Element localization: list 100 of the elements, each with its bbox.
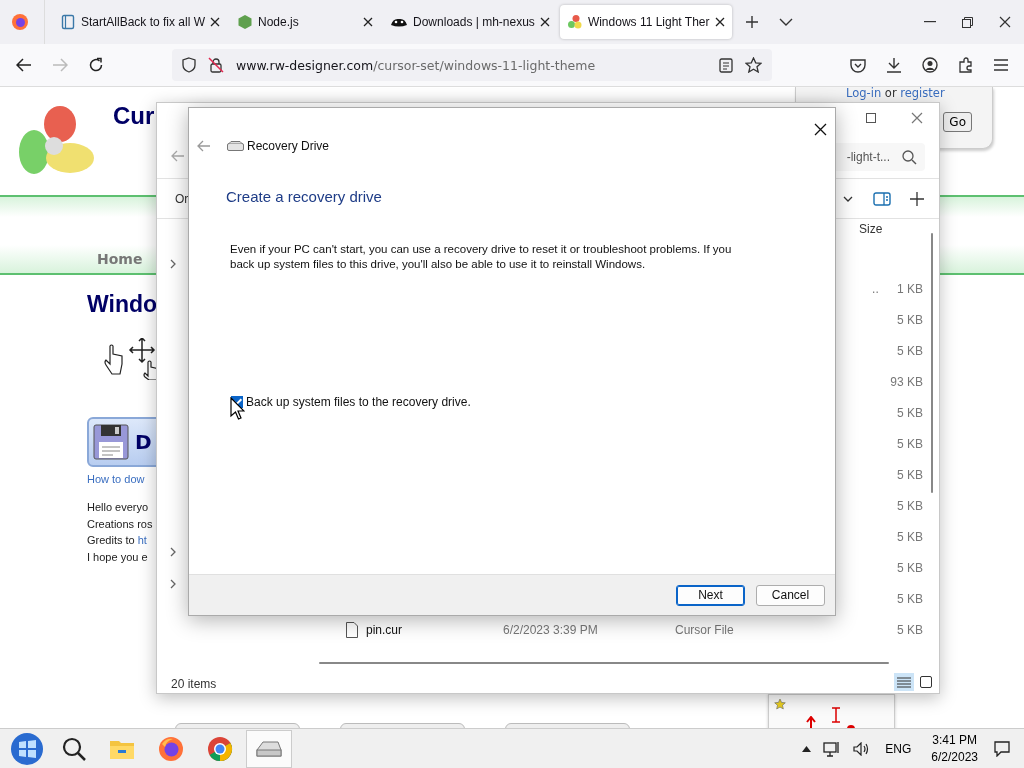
url-text: www.rw-designer.com/cursor-set/windows-11-light-theme xyxy=(236,57,596,73)
details-view-icon[interactable] xyxy=(894,673,914,691)
up-arrow-icon xyxy=(806,716,816,728)
toolbar-label[interactable]: Or xyxy=(175,192,189,206)
paragraph-line: Creations ros xyxy=(87,516,153,532)
restore-icon[interactable] xyxy=(962,16,973,28)
puzzle-icon[interactable] xyxy=(958,57,974,73)
search-icon[interactable] xyxy=(902,149,917,165)
file-icon xyxy=(346,621,358,638)
tiles-view-icon[interactable] xyxy=(920,676,932,688)
star-icon[interactable] xyxy=(745,57,762,73)
site-title: Cur xyxy=(113,102,155,131)
size-cell: 5 KB xyxy=(897,405,923,420)
status-text: 20 items xyxy=(171,677,217,691)
book-icon xyxy=(60,14,76,30)
minimize-icon[interactable] xyxy=(924,21,936,23)
reader-view-icon[interactable] xyxy=(719,57,733,73)
register-link[interactable]: register xyxy=(900,87,945,100)
size-cell: 5 KB xyxy=(897,312,923,327)
pocket-icon[interactable] xyxy=(850,57,866,73)
download-icon[interactable] xyxy=(886,57,902,73)
close-icon[interactable] xyxy=(714,17,725,27)
text-cursor-icon xyxy=(832,707,840,723)
shield-icon[interactable] xyxy=(182,57,196,73)
size-cell: 5 KB xyxy=(897,343,923,358)
dialog-title: Recovery Drive xyxy=(247,139,330,153)
paragraph-line: Hello everyo xyxy=(87,500,149,515)
address-bar[interactable]: www.rw-designer.com/cursor-set/windows-11-light-theme xyxy=(172,49,772,81)
search-icon[interactable] xyxy=(62,737,86,761)
checkbox-label[interactable]: Back up system files to the recovery drive. xyxy=(246,395,471,409)
chrome-icon xyxy=(207,736,233,762)
size-cell: 5 KB xyxy=(897,498,923,513)
size-cell: 5 KB xyxy=(897,436,923,451)
dialog-heading: Create a recovery drive xyxy=(226,188,383,205)
or-text: or xyxy=(884,87,897,100)
menu-icon[interactable] xyxy=(994,59,1008,71)
date-cell: 6/2/2023 3:39 PM xyxy=(503,622,598,637)
chevron-up-icon[interactable] xyxy=(802,746,812,752)
home-link[interactable]: Home xyxy=(97,251,143,267)
size-cell: 5 KB xyxy=(897,467,923,482)
chevron-down-icon[interactable] xyxy=(843,196,853,202)
pointer-icon xyxy=(230,397,245,420)
lock-slash-icon[interactable] xyxy=(208,57,224,73)
hexagon-icon xyxy=(237,14,254,30)
hat-icon xyxy=(390,16,409,28)
browser-tab[interactable]: Windows 11 Light Ther xyxy=(559,5,732,39)
chevron-right-icon[interactable] xyxy=(170,579,176,589)
start-icon[interactable] xyxy=(10,732,44,766)
dialog-button[interactable]: Next xyxy=(676,584,745,606)
size-cell: 5 KB xyxy=(897,591,923,606)
paragraph-line: Gredits to ht xyxy=(87,533,147,548)
type-cell: Cursor File xyxy=(675,622,734,637)
close-icon[interactable] xyxy=(539,17,550,27)
firefox-icon[interactable] xyxy=(11,13,29,31)
plus-icon[interactable] xyxy=(910,192,924,206)
firefox-icon xyxy=(158,736,184,762)
size-cell: 5 KB xyxy=(897,529,923,544)
close-icon[interactable] xyxy=(363,17,374,27)
network-icon[interactable] xyxy=(823,740,842,758)
browser-tab[interactable]: Node.js xyxy=(230,5,381,39)
truncated-text: .. xyxy=(872,281,879,296)
notification-icon[interactable] xyxy=(994,741,1010,757)
size-cell: 93 KB xyxy=(890,374,923,389)
volume-icon[interactable] xyxy=(853,742,870,756)
language-indicator[interactable]: ENG xyxy=(885,742,912,756)
plus-icon[interactable] xyxy=(744,15,759,29)
star-icon xyxy=(774,698,786,710)
taskbar-app[interactable] xyxy=(246,730,292,768)
folder-icon xyxy=(109,738,135,760)
browser-tab[interactable]: Downloads | mh-nexus xyxy=(383,5,557,39)
chevron-right-icon[interactable] xyxy=(170,547,176,557)
size-cell: 1 KB xyxy=(896,281,923,296)
account-icon[interactable] xyxy=(922,57,938,73)
credits-link[interactable]: ht xyxy=(137,534,147,546)
maximize-icon[interactable] xyxy=(866,113,876,123)
drive-icon xyxy=(256,740,282,758)
back-arrow-icon[interactable] xyxy=(16,58,32,72)
page-heading: Windo xyxy=(87,291,158,318)
chevron-right-icon[interactable] xyxy=(170,259,176,269)
file-name[interactable]: pin.cur xyxy=(366,622,403,637)
close-icon[interactable] xyxy=(814,123,827,136)
login-link[interactable]: Log-in xyxy=(846,87,882,100)
close-icon[interactable] xyxy=(999,16,1011,28)
go-button[interactable]: Go xyxy=(943,112,972,132)
details-pane-icon[interactable] xyxy=(873,192,891,206)
size-cell: 5 KB xyxy=(897,622,923,637)
dialog-button[interactable]: Cancel xyxy=(756,584,825,606)
clock[interactable]: 3:41 PM 6/2/2023 xyxy=(931,732,978,766)
column-header[interactable]: Size xyxy=(859,222,883,236)
dialog-text: Even if your PC can't start, you can use a recovery drive to reset it or troubleshoot problems. If you back up system files to this drive, you'll also be able to use it to reinstall Windows. xyxy=(230,242,733,272)
paragraph-line: I hope you e xyxy=(87,549,148,565)
reload-icon[interactable] xyxy=(88,57,104,73)
chevron-down-icon[interactable] xyxy=(778,18,793,26)
logo-icon xyxy=(566,14,583,30)
help-link[interactable]: How to dow xyxy=(87,473,145,485)
close-icon[interactable] xyxy=(210,17,221,27)
scrollbar[interactable] xyxy=(931,233,933,493)
drive-icon xyxy=(227,141,244,151)
browser-tab[interactable]: StartAllBack to fix all W xyxy=(53,5,228,39)
scrollbar[interactable] xyxy=(319,662,889,664)
